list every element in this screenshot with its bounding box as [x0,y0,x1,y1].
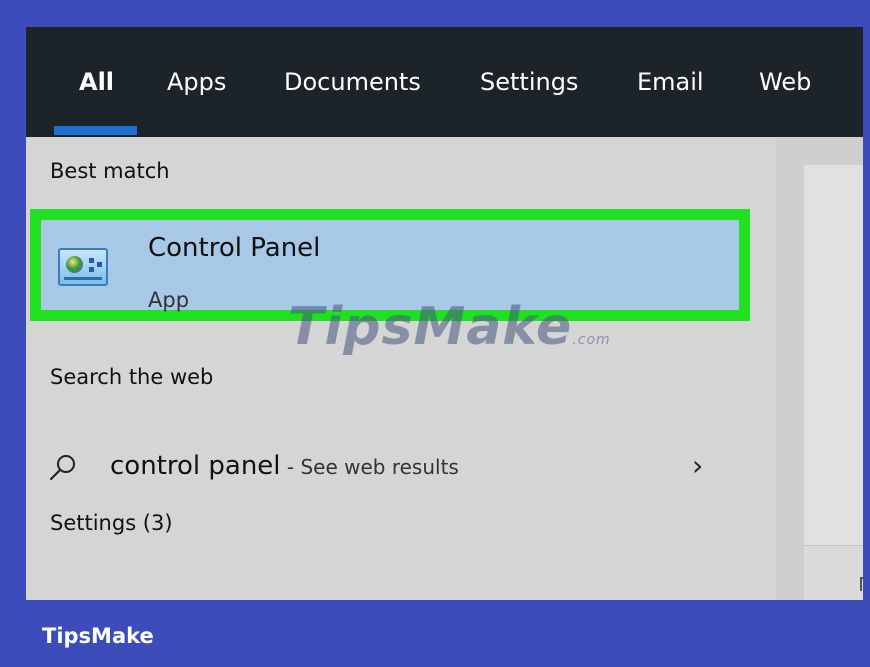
open-external-icon[interactable] [860,577,863,591]
preview-pane [776,137,863,600]
settings-heading: Settings (3) [50,511,173,535]
control-panel-icon [58,248,108,286]
tab-all[interactable]: All [65,27,128,137]
preview-panel-footer [804,545,863,600]
preview-panel [804,165,863,545]
tab-email[interactable]: Email [623,27,718,137]
footer-brand: TipsMake [42,624,154,648]
watermark: TipsMake.com [288,297,611,357]
search-icon [49,455,75,481]
tab-settings[interactable]: Settings [466,27,592,137]
result-type: App [148,288,190,312]
web-search-result[interactable]: control panel - See web results › [26,441,738,497]
result-title: Control Panel [148,233,321,263]
active-tab-indicator [54,126,137,135]
best-match-heading: Best match [50,159,170,183]
web-result-text: control panel - See web results [110,451,459,481]
tab-apps[interactable]: Apps [153,27,240,137]
search-query: control panel [110,451,281,481]
search-tab-bar: All Apps Documents Settings Email Web [26,27,863,137]
chevron-right-icon[interactable]: › [692,449,703,482]
search-web-heading: Search the web [50,365,214,389]
results-list: Best match Control Panel App Search the … [26,137,776,600]
tab-web[interactable]: Web [745,27,825,137]
search-window: All Apps Documents Settings Email Web Be… [26,27,863,600]
see-web-results-label: - See web results [280,455,459,479]
tab-documents[interactable]: Documents [270,27,435,137]
